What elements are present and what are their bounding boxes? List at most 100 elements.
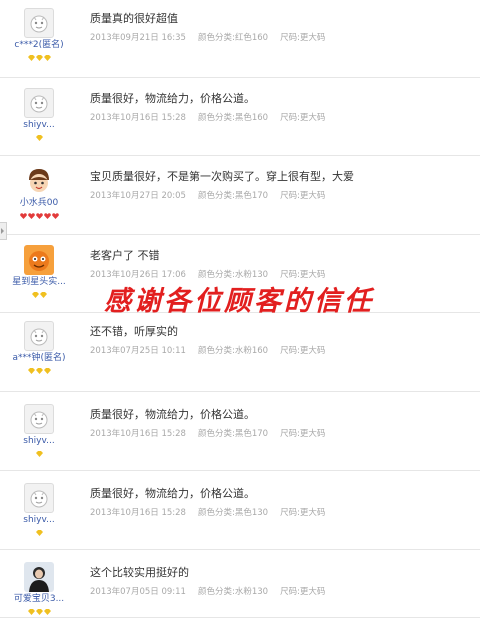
review-size-option: 尺码:更大码 bbox=[280, 346, 326, 356]
gold-diamond-icon bbox=[43, 609, 51, 615]
reviewer-level-badges bbox=[6, 606, 72, 615]
red-heart-icon bbox=[27, 213, 35, 219]
reviewer-level-badges bbox=[6, 132, 72, 141]
review-text: 质量真的很好超值 bbox=[90, 12, 178, 25]
reviewer-info: shiyv... bbox=[6, 404, 72, 457]
review-item: 可爱宝贝3... 这个比较实用挺好的 2013年07月05日 09:11 颜色分类… bbox=[0, 550, 480, 618]
review-color-option: 颜色分类:水粉160 bbox=[197, 346, 269, 356]
review-color-option: 颜色分类:黑色170 bbox=[197, 429, 269, 439]
review-size-option: 尺码:更大码 bbox=[280, 587, 326, 597]
default-avatar-icon[interactable] bbox=[24, 404, 54, 434]
reviewer-username[interactable]: c***2(匿名) bbox=[6, 40, 72, 51]
review-meta: 2013年07月25日 10:11 颜色分类:水粉160 尺码:更大码 bbox=[90, 346, 470, 357]
reviewer-level-badges bbox=[6, 365, 72, 374]
reviewer-info: 可爱宝贝3... bbox=[6, 562, 72, 615]
gold-diamond-icon bbox=[43, 55, 51, 61]
review-date: 2013年10月16日 15:28 bbox=[90, 113, 186, 123]
review-item: 小水兵00 宝贝质量很好，不是第一次购买了。穿上很有型，大爱 2013年10月2… bbox=[0, 156, 480, 235]
gold-diamond-icon bbox=[35, 368, 43, 374]
gold-diamond-icon bbox=[35, 135, 43, 141]
reviewer-info: shiyv... bbox=[6, 88, 72, 141]
review-date: 2013年10月16日 15:28 bbox=[90, 508, 186, 518]
reviewer-info: shiyv... bbox=[6, 483, 72, 536]
review-color-option: 颜色分类:黑色160 bbox=[197, 113, 269, 123]
reviewer-level-badges bbox=[6, 210, 72, 219]
default-avatar-icon[interactable] bbox=[24, 8, 54, 38]
review-item: shiyv... 质量很好，物流给力，价格公道。 2013年10月16日 15:… bbox=[0, 392, 480, 471]
cartoon-avatar-icon[interactable] bbox=[24, 166, 54, 196]
gold-diamond-icon bbox=[27, 609, 35, 615]
review-meta: 2013年07月05日 09:11 颜色分类:水粉130 尺码:更大码 bbox=[90, 587, 470, 598]
review-date: 2013年07月25日 10:11 bbox=[90, 346, 186, 356]
reviewer-username[interactable]: a***钟(匿名) bbox=[6, 353, 72, 364]
orange-avatar-icon[interactable] bbox=[24, 245, 54, 275]
gold-diamond-icon bbox=[35, 451, 43, 457]
review-color-option: 颜色分类:黑色130 bbox=[197, 508, 269, 518]
review-meta: 2013年10月27日 20:05 颜色分类:黑色170 尺码:更大码 bbox=[90, 191, 470, 202]
red-heart-icon bbox=[51, 213, 59, 219]
default-avatar-icon[interactable] bbox=[24, 483, 54, 513]
review-content: 还不错，听厚实的 2013年07月25日 10:11 颜色分类:水粉160 尺码:更… bbox=[90, 325, 470, 357]
reviewer-username[interactable]: 星到星头实... bbox=[6, 277, 72, 288]
gold-diamond-icon bbox=[39, 292, 47, 298]
review-item: shiyv... 质量很好，物流给力，价格公道。 2013年10月16日 15:… bbox=[0, 471, 480, 550]
gold-diamond-icon bbox=[35, 55, 43, 61]
review-size-option: 尺码:更大码 bbox=[280, 113, 326, 123]
gold-diamond-icon bbox=[35, 530, 43, 536]
photo-avatar-icon[interactable] bbox=[24, 562, 54, 592]
reviewer-level-badges bbox=[6, 289, 72, 298]
reviewer-username[interactable]: 小水兵00 bbox=[6, 198, 72, 209]
reviewer-info: 小水兵00 bbox=[6, 166, 72, 219]
review-size-option: 尺码:更大码 bbox=[280, 429, 326, 439]
gold-diamond-icon bbox=[43, 368, 51, 374]
review-item: shiyv... 质量很好，物流给力，价格公道。 2013年10月16日 15:… bbox=[0, 78, 480, 156]
review-content: 这个比较实用挺好的 2013年07月05日 09:11 颜色分类:水粉130 尺码:… bbox=[90, 566, 470, 598]
red-heart-icon bbox=[35, 213, 43, 219]
reviewer-username[interactable]: shiyv... bbox=[6, 515, 72, 526]
reviewer-username[interactable]: shiyv... bbox=[6, 120, 72, 131]
side-collapse-tab[interactable] bbox=[0, 222, 7, 240]
reviewer-username[interactable]: 可爱宝贝3... bbox=[6, 594, 72, 605]
red-heart-icon bbox=[43, 213, 51, 219]
review-meta: 2013年10月16日 15:28 颜色分类:黑色160 尺码:更大码 bbox=[90, 113, 470, 124]
reviewer-level-badges bbox=[6, 52, 72, 61]
review-meta: 2013年09月21日 16:35 颜色分类:红色160 尺码:更大码 bbox=[90, 33, 470, 44]
review-date: 2013年07月05日 09:11 bbox=[90, 587, 186, 597]
review-text: 宝贝质量很好，不是第一次购买了。穿上很有型，大爱 bbox=[90, 170, 354, 183]
review-meta: 2013年10月16日 15:28 颜色分类:黑色170 尺码:更大码 bbox=[90, 429, 470, 440]
review-content: 质量很好，物流给力，价格公道。 2013年10月16日 15:28 颜色分类:黑色… bbox=[90, 487, 470, 519]
review-content: 质量很好，物流给力，价格公道。 2013年10月16日 15:28 颜色分类:黑色… bbox=[90, 92, 470, 124]
review-color-option: 颜色分类:水粉130 bbox=[197, 587, 269, 597]
reviewer-username[interactable]: shiyv... bbox=[6, 436, 72, 447]
overlay-banner-text: 感谢各位顾客的信任 bbox=[104, 286, 374, 317]
review-meta: 2013年10月16日 15:28 颜色分类:黑色130 尺码:更大码 bbox=[90, 508, 470, 519]
review-date: 2013年10月27日 20:05 bbox=[90, 191, 186, 201]
review-size-option: 尺码:更大码 bbox=[280, 508, 326, 518]
review-text: 老客户了 不错 bbox=[90, 249, 160, 262]
review-size-option: 尺码:更大码 bbox=[280, 191, 326, 201]
review-item: a***钟(匿名) 还不错，听厚实的 2013年07月25日 10:11 颜色分类… bbox=[0, 313, 480, 392]
review-text: 质量很好，物流给力，价格公道。 bbox=[90, 408, 255, 421]
review-text: 还不错，听厚实的 bbox=[90, 325, 178, 338]
review-content: 质量真的很好超值 2013年09月21日 16:35 颜色分类:红色160 尺码:更… bbox=[90, 12, 470, 44]
review-date: 2013年10月16日 15:28 bbox=[90, 429, 186, 439]
review-content: 质量很好，物流给力，价格公道。 2013年10月16日 15:28 颜色分类:黑色… bbox=[90, 408, 470, 440]
review-content: 老客户了 不错 2013年10月26日 17:06 颜色分类:水粉130 尺码:更大… bbox=[90, 249, 470, 281]
reviewer-info: 星到星头实... bbox=[6, 245, 72, 298]
gold-diamond-icon bbox=[27, 55, 35, 61]
default-avatar-icon[interactable] bbox=[24, 321, 54, 351]
review-text: 这个比较实用挺好的 bbox=[90, 566, 189, 579]
reviewer-info: c***2(匿名) bbox=[6, 8, 72, 61]
reviewer-level-badges bbox=[6, 448, 72, 457]
review-content: 宝贝质量很好，不是第一次购买了。穿上很有型，大爱 2013年10月27日 20:… bbox=[90, 170, 470, 202]
review-text: 质量很好，物流给力，价格公道。 bbox=[90, 487, 255, 500]
red-heart-icon bbox=[19, 213, 27, 219]
reviewer-info: a***钟(匿名) bbox=[6, 321, 72, 374]
review-text: 质量很好，物流给力，价格公道。 bbox=[90, 92, 255, 105]
review-color-option: 颜色分类:红色160 bbox=[197, 33, 269, 43]
review-color-option: 颜色分类:黑色170 bbox=[197, 191, 269, 201]
gold-diamond-icon bbox=[31, 292, 39, 298]
default-avatar-icon[interactable] bbox=[24, 88, 54, 118]
gold-diamond-icon bbox=[35, 609, 43, 615]
gold-diamond-icon bbox=[27, 368, 35, 374]
